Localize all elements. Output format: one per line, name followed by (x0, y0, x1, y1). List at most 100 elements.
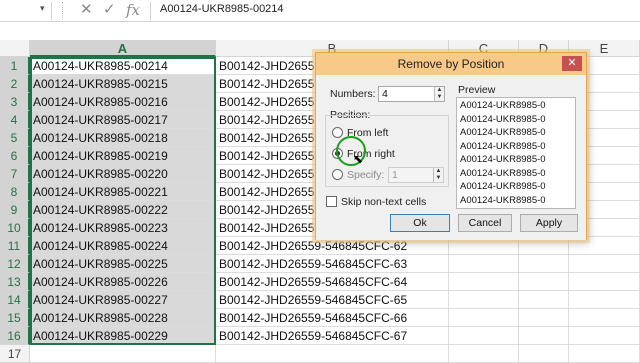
cell-d[interactable] (519, 255, 569, 273)
skip-non-text-checkbox[interactable] (326, 196, 337, 207)
numbers-value: 4 (382, 88, 388, 100)
cell-a[interactable]: A00124-UKR8985-00224 (30, 237, 216, 255)
cell-b[interactable]: B00142-JHD26559-546845CFC-67 (216, 327, 449, 345)
cell-d[interactable] (519, 273, 569, 291)
cell-b[interactable] (216, 345, 449, 363)
cell-a[interactable]: A00124-UKR8985-00214 (30, 57, 216, 75)
row-header[interactable]: 3 (0, 93, 30, 111)
row-header[interactable]: 15 (0, 309, 30, 327)
row-header[interactable]: 13 (0, 273, 30, 291)
cell-e[interactable] (569, 291, 640, 309)
cell-a[interactable]: A00124-UKR8985-00225 (30, 255, 216, 273)
cell-c[interactable] (449, 309, 519, 327)
row-header[interactable]: 2 (0, 75, 30, 93)
preview-item: A00124-UKR8985-0 (460, 194, 546, 206)
formula-bar-divider (62, 2, 66, 20)
cell-e[interactable] (569, 309, 640, 327)
cell-c[interactable] (449, 273, 519, 291)
cell-e[interactable] (569, 273, 640, 291)
name-box[interactable]: ▾ (0, 2, 52, 20)
cell-a[interactable]: A00124-UKR8985-00217 (30, 111, 216, 129)
row-header[interactable]: 8 (0, 183, 30, 201)
cell-a[interactable]: A00124-UKR8985-00216 (30, 93, 216, 111)
preview-item: A00124-UKR8985-0 (460, 181, 546, 192)
cell-d[interactable] (519, 327, 569, 345)
numbers-spinner[interactable]: 4 ▲ ▼ (378, 86, 445, 102)
cancel-button[interactable]: Cancel (458, 214, 512, 232)
from-left-label[interactable]: From left (347, 127, 388, 139)
from-left-radio[interactable] (332, 127, 343, 138)
cell-d[interactable] (519, 345, 569, 363)
row-header[interactable]: 11 (0, 237, 30, 255)
confirm-entry-icon[interactable]: ✓ (103, 0, 116, 20)
cell-c[interactable] (449, 291, 519, 309)
row-header[interactable]: 6 (0, 147, 30, 165)
insert-function-icon[interactable]: fx (126, 0, 140, 20)
specify-label[interactable]: Specify: (347, 169, 384, 181)
cell-a[interactable]: A00124-UKR8985-00215 (30, 75, 216, 93)
preview-item: A00124-UKR8985-0 (460, 140, 546, 152)
cell-c[interactable] (449, 255, 519, 273)
row-header[interactable]: 10 (0, 219, 30, 237)
row-header[interactable]: 5 (0, 129, 30, 147)
ribbon-gap (0, 22, 640, 40)
row-header[interactable]: 17 (0, 345, 30, 363)
cell-b[interactable]: B00142-JHD26559-546845CFC-63 (216, 255, 449, 273)
cell-a[interactable]: A00124-UKR8985-00222 (30, 201, 216, 219)
cell-a[interactable]: A00124-UKR8985-00220 (30, 165, 216, 183)
ok-button[interactable]: Ok (390, 214, 450, 232)
cell-a[interactable]: A00124-UKR8985-00218 (30, 129, 216, 147)
cell-c[interactable] (449, 327, 519, 345)
dialog-title[interactable]: Remove by Position (316, 53, 586, 75)
cell-a[interactable]: A00124-UKR8985-00229 (30, 327, 216, 345)
chevron-down-icon[interactable]: ▾ (40, 3, 45, 14)
cell-b[interactable]: B00142-JHD26559-546845CFC-64 (216, 273, 449, 291)
preview-item: A00124-UKR8985-0 (460, 113, 546, 125)
cell-d[interactable] (519, 309, 569, 327)
cell-e[interactable] (569, 255, 640, 273)
formula-divider (150, 2, 151, 20)
cell-a[interactable]: A00124-UKR8985-00223 (30, 219, 216, 237)
column-header-a[interactable]: A (30, 40, 216, 57)
cell-b[interactable]: B00142-JHD26559-546845CFC-66 (216, 309, 449, 327)
preview-label: Preview (458, 84, 496, 96)
preview-item: A00124-UKR8985-0 (460, 167, 546, 179)
cell-e[interactable] (569, 345, 640, 363)
remove-by-position-dialog: Remove by Position ✕ Numbers: 4 ▲ ▼ Posit… (315, 52, 587, 240)
row-header[interactable]: 16 (0, 327, 30, 345)
preview-item: A00124-UKR8985-0 (460, 154, 546, 165)
specify-value: 1 (392, 169, 398, 181)
select-all-corner[interactable] (0, 40, 30, 57)
cell-a[interactable]: A00124-UKR8985-00219 (30, 147, 216, 165)
row-header[interactable]: 12 (0, 255, 30, 273)
cell-a[interactable] (30, 345, 216, 363)
cancel-entry-icon[interactable]: ✕ (80, 0, 93, 20)
skip-non-text-label[interactable]: Skip non-text cells (341, 196, 426, 208)
cell-e[interactable] (569, 327, 640, 345)
specify-spinner[interactable]: 1 ▲ ▼ (388, 167, 444, 183)
cell-a[interactable]: A00124-UKR8985-00227 (30, 291, 216, 309)
row-header[interactable]: 14 (0, 291, 30, 309)
cell-c[interactable] (449, 345, 519, 363)
row-header[interactable]: 9 (0, 201, 30, 219)
row-header[interactable]: 4 (0, 111, 30, 129)
specify-radio[interactable] (332, 169, 343, 180)
spinner-arrows-icon[interactable]: ▲ ▼ (433, 168, 443, 182)
cell-b[interactable]: B00142-JHD26559-546845CFC-65 (216, 291, 449, 309)
row-header[interactable]: 7 (0, 165, 30, 183)
apply-button[interactable]: Apply (520, 214, 578, 232)
cell-a[interactable]: A00124-UKR8985-00221 (30, 183, 216, 201)
spinner-arrows-icon[interactable]: ▲ ▼ (434, 87, 444, 101)
formula-input[interactable]: A00124-UKR8985-00214 (160, 3, 284, 15)
mouse-cursor-icon: ⬉ (353, 152, 364, 166)
cell-a[interactable]: A00124-UKR8985-00226 (30, 273, 216, 291)
numbers-label: Numbers: (330, 88, 376, 100)
row-header[interactable]: 1 (0, 57, 30, 75)
cell-d[interactable] (519, 291, 569, 309)
cell-a[interactable]: A00124-UKR8985-00228 (30, 309, 216, 327)
close-icon[interactable]: ✕ (562, 56, 582, 71)
preview-item: A00124-UKR8985-0 (460, 127, 546, 138)
preview-item: A00124-UKR8985-0 (460, 100, 546, 111)
from-right-radio[interactable] (332, 148, 343, 159)
formula-bar: ▾ ✕ ✓ fx A00124-UKR8985-00214 (0, 0, 640, 22)
